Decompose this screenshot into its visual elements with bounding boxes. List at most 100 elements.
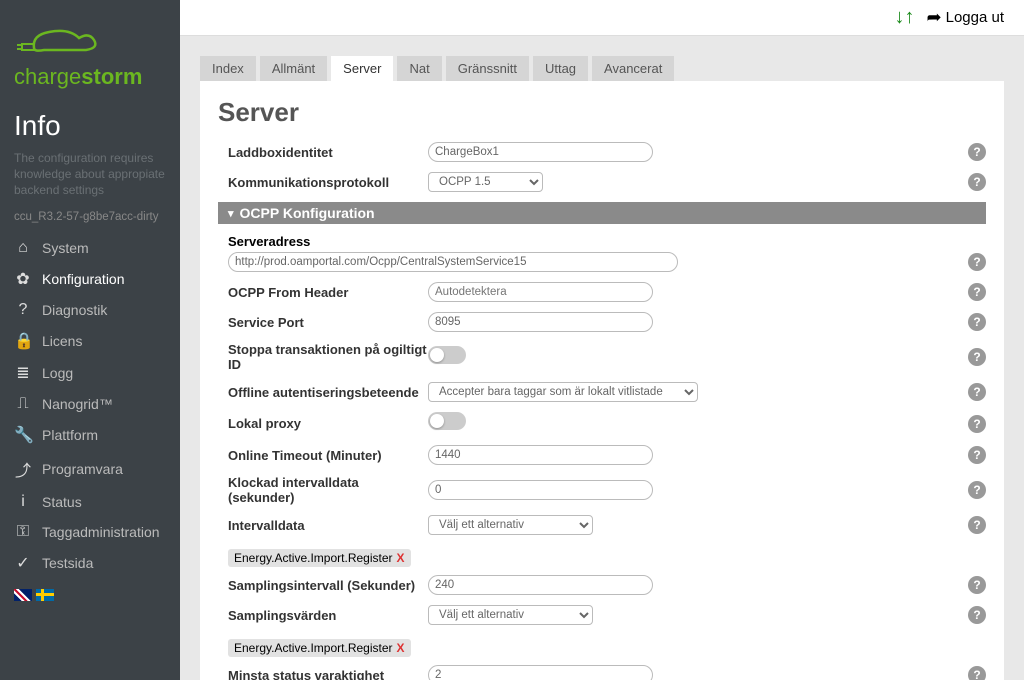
label-min-status: Minsta status varaktighet xyxy=(228,668,428,680)
label-online-timeout: Online Timeout (Minuter) xyxy=(228,448,428,463)
tab-nat[interactable]: Nat xyxy=(397,56,441,81)
brand-part2: storm xyxy=(81,64,142,89)
help-icon[interactable]: ? xyxy=(968,283,986,301)
logo: chargestorm xyxy=(0,10,180,110)
chip-sampling: Energy.Active.Import.RegisterX xyxy=(228,639,411,657)
logout-label: Logga ut xyxy=(946,9,1004,26)
sidebar-desc: The configuration requires knowledge abo… xyxy=(0,150,180,209)
sidebar-item-konfiguration[interactable]: ✿ Konfiguration xyxy=(0,263,180,295)
sidebar-item-system[interactable]: ⌂ System xyxy=(0,233,180,263)
sidebar-item-label: Testsida xyxy=(42,555,93,571)
sidebar-item-label: Licens xyxy=(42,333,82,349)
panel-server: Server Laddboxidentitet ? Kommunikations… xyxy=(200,81,1004,680)
help-icon[interactable]: ? xyxy=(968,666,986,680)
help-icon[interactable]: ? xyxy=(968,143,986,161)
chip-interval: Energy.Active.Import.RegisterX xyxy=(228,549,411,567)
sidebar-item-taggadministration[interactable]: ⚿Taggadministration xyxy=(0,517,180,547)
label-local-proxy: Lokal proxy xyxy=(228,416,428,431)
sidebar-item-licens[interactable]: 🔒 Licens xyxy=(0,325,180,357)
sidebar-item-label: System xyxy=(42,240,89,256)
label-identity: Laddboxidentitet xyxy=(228,145,428,160)
sidebar-item-diagnostik[interactable]: ?Diagnostik xyxy=(0,295,180,325)
sidebar-item-label: Plattform xyxy=(42,427,98,443)
help-icon[interactable]: ? xyxy=(968,348,986,366)
help-icon[interactable]: ? xyxy=(968,446,986,464)
local-proxy-toggle[interactable] xyxy=(428,412,466,430)
sampling-interval-input[interactable] xyxy=(428,575,653,595)
sidebar-item-programvara[interactable]: ⤴ Programvara xyxy=(0,451,180,487)
sidebar-item-label: Status xyxy=(42,494,82,510)
help-icon[interactable]: ? xyxy=(968,576,986,594)
server-address-input[interactable] xyxy=(228,252,678,272)
protocol-select[interactable]: OCPP 1.5 xyxy=(428,172,543,192)
sidebar-item-label: Logg xyxy=(42,365,73,381)
language-flags xyxy=(0,579,180,611)
sidebar-item-plattform[interactable]: 🔧 Plattform xyxy=(0,419,180,451)
from-header-input[interactable] xyxy=(428,282,653,302)
logout-button[interactable]: ➦ Logga ut xyxy=(927,7,1004,28)
service-port-input[interactable] xyxy=(428,312,653,332)
tab-server[interactable]: Server xyxy=(331,56,393,81)
sidebar: chargestorm Info The configuration requi… xyxy=(0,0,180,680)
logo-icon xyxy=(14,20,104,60)
label-clocked-interval: Klockad intervalldata (sekunder) xyxy=(228,475,428,505)
help-icon[interactable]: ? xyxy=(968,415,986,433)
info-icon: i xyxy=(14,493,32,511)
help-icon[interactable]: ? xyxy=(968,173,986,191)
label-sampling-values: Samplingsvärden xyxy=(228,608,428,623)
tab-uttag[interactable]: Uttag xyxy=(533,56,588,81)
label-interval-data: Intervalldata xyxy=(228,518,428,533)
stop-tx-toggle[interactable] xyxy=(428,346,466,364)
help-icon[interactable]: ? xyxy=(968,606,986,624)
version-text: ccu_R3.2-57-g8be7acc-dirty xyxy=(0,209,180,233)
page-title: Server xyxy=(218,97,986,128)
help-icon[interactable]: ? xyxy=(968,516,986,534)
sidebar-item-label: Nanogrid™ xyxy=(42,396,113,412)
sidebar-item-testsida[interactable]: ✓ Testsida xyxy=(0,547,180,579)
section-ocpp-header[interactable]: OCPP Konfiguration xyxy=(218,202,986,224)
lock-icon: 🔒 xyxy=(14,331,32,351)
sidebar-item-label: Konfiguration xyxy=(42,271,125,287)
online-timeout-input[interactable] xyxy=(428,445,653,465)
sync-icon[interactable]: ↓↑ xyxy=(895,6,915,29)
sidebar-item-logg[interactable]: ≣ Logg xyxy=(0,357,180,389)
sidebar-item-nanogrid[interactable]: ⎍ Nanogrid™ xyxy=(0,389,180,419)
label-service-port: Service Port xyxy=(228,315,428,330)
label-stop-tx: Stoppa transaktionen på ogiltigt ID xyxy=(228,342,428,372)
help-icon[interactable]: ? xyxy=(968,383,986,401)
sidebar-title: Info xyxy=(0,110,180,150)
sidebar-item-label: Taggadministration xyxy=(42,524,160,540)
identity-input[interactable] xyxy=(428,142,653,162)
tab-avancerat[interactable]: Avancerat xyxy=(592,56,674,81)
offline-auth-select[interactable]: Accepter bara taggar som är lokalt vitli… xyxy=(428,382,698,402)
interval-data-select[interactable]: Välj ett alternativ xyxy=(428,515,593,535)
chip-remove-icon[interactable]: X xyxy=(397,641,405,655)
tab-allmant[interactable]: Allmänt xyxy=(260,56,327,81)
help-icon[interactable]: ? xyxy=(968,253,986,271)
label-from-header: OCPP From Header xyxy=(228,285,428,300)
gear-icon: ✿ xyxy=(14,269,32,289)
tab-granssnitt[interactable]: Gränssnitt xyxy=(446,56,529,81)
flag-se-icon[interactable] xyxy=(36,589,54,601)
sampling-values-select[interactable]: Välj ett alternativ xyxy=(428,605,593,625)
upload-icon: ⤴ xyxy=(14,457,32,481)
question-icon: ? xyxy=(14,301,32,319)
label-protocol: Kommunikationsprotokoll xyxy=(228,175,428,190)
list-icon: ≣ xyxy=(14,363,32,383)
sidebar-item-label: Programvara xyxy=(42,461,123,477)
chip-remove-icon[interactable]: X xyxy=(397,551,405,565)
flag-uk-icon[interactable] xyxy=(14,589,32,601)
logout-icon: ➦ xyxy=(927,7,942,28)
sidebar-item-status[interactable]: i Status xyxy=(0,487,180,517)
help-icon[interactable]: ? xyxy=(968,481,986,499)
label-offline-auth: Offline autentiseringsbeteende xyxy=(228,385,428,400)
check-icon: ✓ xyxy=(14,553,32,573)
grid-icon: ⎍ xyxy=(14,395,32,413)
clocked-interval-input[interactable] xyxy=(428,480,653,500)
home-icon: ⌂ xyxy=(14,239,32,257)
min-status-input[interactable] xyxy=(428,665,653,680)
label-sampling-interval: Samplingsintervall (Sekunder) xyxy=(228,578,428,593)
help-icon[interactable]: ? xyxy=(968,313,986,331)
tab-index[interactable]: Index xyxy=(200,56,256,81)
wrench-icon: 🔧 xyxy=(14,425,32,445)
